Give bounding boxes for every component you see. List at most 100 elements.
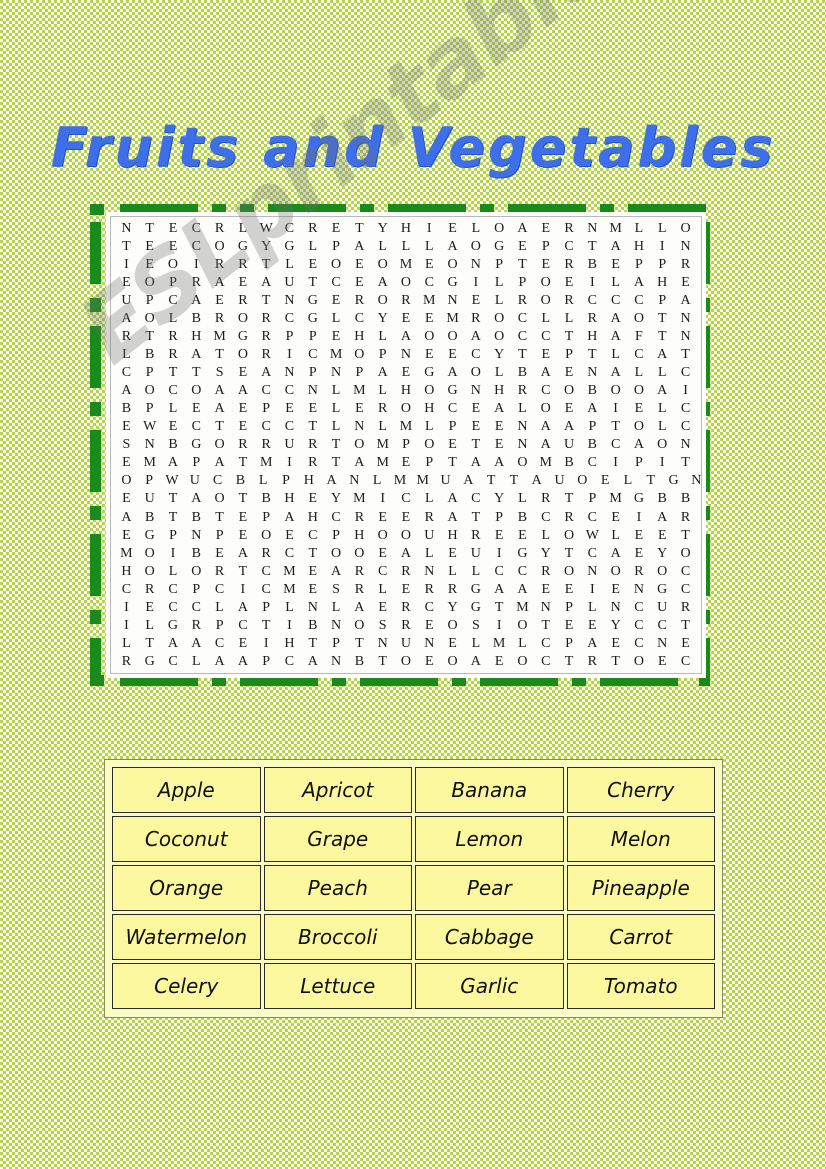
grid-letter[interactable]: T [231,563,254,580]
grid-letter[interactable]: N [464,382,487,399]
grid-letter[interactable]: C [534,382,557,399]
grid-letter[interactable]: T [115,238,138,255]
grid-letter[interactable]: O [162,256,185,273]
grid-letter[interactable]: L [418,238,441,255]
word-list-item[interactable]: Cherry [566,767,715,813]
grid-letter[interactable]: L [115,635,138,652]
grid-letter[interactable]: A [255,364,278,381]
grid-letter[interactable]: H [297,472,320,489]
grid-letter[interactable]: R [464,310,487,327]
grid-letter[interactable]: R [115,328,138,345]
grid-letter[interactable]: C [255,382,278,399]
grid-letter[interactable]: R [418,509,441,526]
grid-letter[interactable]: O [138,545,161,562]
grid-letter[interactable]: C [534,635,557,652]
grid-letter[interactable]: O [558,382,581,399]
grid-letter[interactable]: F [628,328,651,345]
grid-letter[interactable]: E [348,274,371,291]
grid-letter[interactable]: G [511,545,534,562]
grid-letter[interactable]: C [325,509,348,526]
grid-letter[interactable]: R [255,328,278,345]
grid-letter[interactable]: W [581,527,604,544]
grid-letter[interactable]: G [441,382,464,399]
grid-letter[interactable]: C [674,400,697,417]
grid-letter[interactable]: T [162,364,185,381]
grid-letter[interactable]: N [511,436,534,453]
grid-letter[interactable]: A [231,382,254,399]
grid-letter[interactable]: Y [371,310,394,327]
grid-letter[interactable]: I [278,454,301,471]
grid-letter[interactable]: N [348,418,371,435]
grid-letter[interactable]: T [581,238,604,255]
grid-letter[interactable]: P [255,653,278,670]
grid-letter[interactable]: M [441,310,464,327]
grid-letter[interactable]: N [325,653,348,670]
grid-letter[interactable]: A [534,418,557,435]
grid-letter[interactable]: R [558,509,581,526]
grid-letter[interactable]: R [558,256,581,273]
grid-letter[interactable]: C [278,418,301,435]
grid-letter[interactable]: H [651,274,674,291]
grid-letter[interactable]: E [185,400,208,417]
grid-letter[interactable]: E [162,418,185,435]
grid-letter[interactable]: A [581,635,604,652]
grid-letter[interactable]: O [604,563,627,580]
grid-letter[interactable]: P [162,274,185,291]
grid-letter[interactable]: E [418,310,441,327]
grid-letter[interactable]: E [162,238,185,255]
grid-letter[interactable]: H [348,527,371,544]
grid-letter[interactable]: O [441,328,464,345]
grid-letter[interactable]: E [558,617,581,634]
grid-letter[interactable]: N [581,563,604,580]
grid-letter[interactable]: E [301,400,324,417]
grid-letter[interactable]: E [558,364,581,381]
grid-letter[interactable]: T [325,454,348,471]
grid-letter[interactable]: A [628,436,651,453]
grid-letter[interactable]: A [488,581,511,598]
grid-letter[interactable]: R [208,220,231,237]
grid-letter[interactable]: C [464,346,487,363]
grid-letter[interactable]: M [411,472,434,489]
grid-letter[interactable]: N [674,310,697,327]
word-list-item[interactable]: Melon [566,816,715,862]
grid-letter[interactable]: A [348,454,371,471]
grid-letter[interactable]: M [418,292,441,309]
grid-letter[interactable]: E [511,527,534,544]
grid-letter[interactable]: O [534,274,557,291]
grid-letter[interactable]: H [581,328,604,345]
grid-letter[interactable]: N [395,346,418,363]
word-list-item[interactable]: Broccoli [263,914,412,960]
grid-letter[interactable]: H [115,563,138,580]
grid-letter[interactable]: L [488,364,511,381]
grid-letter[interactable]: S [208,364,231,381]
grid-letter[interactable]: T [558,328,581,345]
grid-letter[interactable]: O [488,310,511,327]
grid-letter[interactable]: A [464,653,487,670]
grid-letter[interactable]: L [617,472,640,489]
grid-letter[interactable]: O [441,653,464,670]
grid-letter[interactable]: L [371,238,394,255]
grid-letter[interactable]: E [138,256,161,273]
grid-letter[interactable]: E [301,490,324,507]
grid-letter[interactable]: E [371,599,394,616]
grid-letter[interactable]: T [255,292,278,309]
grid-letter[interactable]: C [162,599,185,616]
grid-letter[interactable]: P [418,454,441,471]
grid-letter[interactable]: E [325,292,348,309]
grid-letter[interactable]: A [441,509,464,526]
grid-letter[interactable]: C [418,274,441,291]
grid-letter[interactable]: E [348,256,371,273]
grid-letter[interactable]: N [464,256,487,273]
grid-letter[interactable]: A [441,364,464,381]
grid-letter[interactable]: N [343,472,366,489]
grid-letter[interactable]: O [208,490,231,507]
word-list-item[interactable]: Coconut [112,816,261,862]
grid-letter[interactable]: T [674,527,697,544]
grid-letter[interactable]: L [604,346,627,363]
grid-letter[interactable]: U [278,274,301,291]
grid-letter[interactable]: L [325,400,348,417]
grid-letter[interactable]: M [389,472,412,489]
grid-letter[interactable]: C [185,220,208,237]
grid-letter[interactable]: E [418,346,441,363]
grid-letter[interactable]: B [185,310,208,327]
